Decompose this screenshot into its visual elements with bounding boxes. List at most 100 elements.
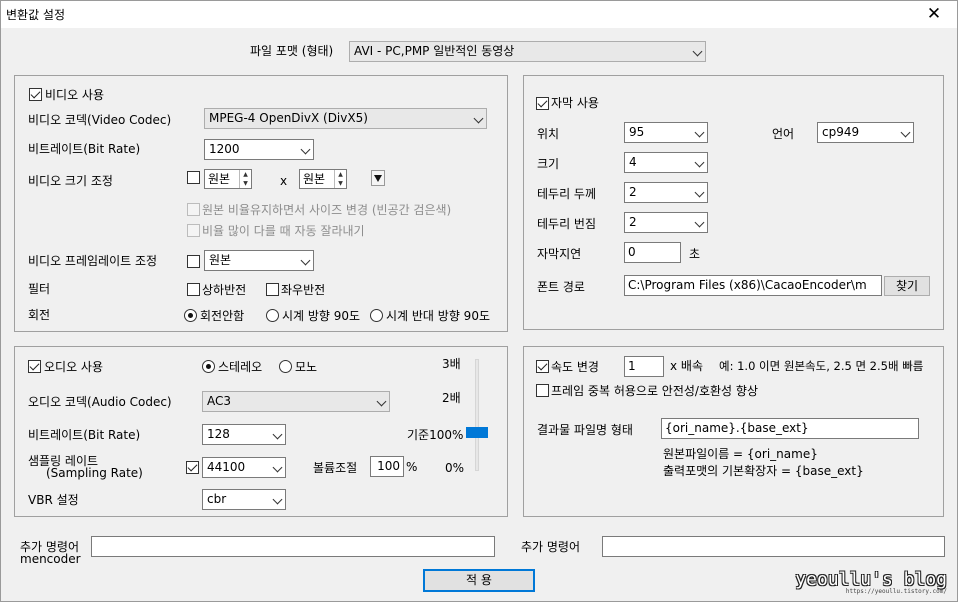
chevron-down-icon [692,46,703,57]
video-height-value: 원본 [303,172,326,186]
border-width-select[interactable]: 2 [624,182,708,203]
extra-command-label: 추가 명령어 [521,540,581,554]
volume-slider-thumb[interactable] [466,426,488,438]
sampling-select[interactable]: 44100 [202,457,286,478]
audio-bitrate-select[interactable]: 128 [202,424,286,445]
chevron-down-icon [272,429,283,440]
mono-label: 모노 [295,360,318,374]
stepper-buttons[interactable]: ▲ ▼ [239,170,251,188]
video-width-value: 원본 [208,172,231,186]
subtitle-size-select[interactable]: 4 [624,152,708,173]
video-height-stepper[interactable]: 원본 ▲ ▼ [299,169,347,189]
video-bitrate-value: 1200 [209,142,240,156]
title-bar: 변환값 설정 ✕ [1,1,957,28]
audio-codec-select[interactable]: AC3 [202,391,390,412]
chevron-down-icon [900,127,911,138]
sampling-checkbox[interactable] [186,461,199,474]
subtitle-language-label: 언어 [772,127,795,141]
framerate-label: 비디오 프레임레이트 조정 [28,254,158,268]
extra-command-input[interactable] [602,536,945,557]
border-blur-value: 2 [629,215,637,229]
rotate-ccw-radio[interactable] [370,309,383,322]
vbr-value: cbr [207,492,227,506]
stepper-buttons[interactable]: ▲ ▼ [334,170,346,188]
rotate-none-label: 회전안함 [200,309,245,323]
audio-use-label: 오디오 사용 [44,360,104,374]
video-use-checkbox[interactable] [29,88,42,101]
chevron-down-icon [694,157,705,168]
speed-change-checkbox[interactable] [536,360,549,373]
rotate-none-radio[interactable] [184,309,197,322]
stepper-up-icon[interactable]: ▲ [240,170,251,179]
flip-horizontal-checkbox[interactable] [266,283,279,296]
stepper-up-icon[interactable]: ▲ [335,170,346,179]
framerate-checkbox[interactable] [187,255,200,268]
watermark-main: yeoullu's blog [795,569,947,590]
flip-horizontal-label: 좌우반전 [281,283,326,297]
mono-radio[interactable] [279,360,292,373]
browse-button[interactable]: 찾기 [884,276,930,296]
speed-change-label: 속도 변경 [551,360,599,374]
speed-example: 예: 1.0 이면 원본속도, 2.5 면 2.5배 빠름 [719,359,924,373]
video-resize-checkbox[interactable] [187,171,200,184]
font-path-label: 폰트 경로 [537,280,585,294]
format-label: 파일 포맷 (형태) [250,44,334,58]
dup-frame-checkbox[interactable] [536,384,549,397]
chevron-down-icon [694,217,705,228]
volume-label: 볼륨조절 [313,461,358,475]
close-icon[interactable]: ✕ [911,1,957,28]
vbr-label: VBR 설정 [28,493,79,507]
subtitle-delay-input[interactable]: 0 [624,242,681,263]
subtitle-use-checkbox[interactable] [536,97,549,110]
sampling-value: 44100 [207,460,246,474]
subtitle-position-select[interactable]: 95 [624,122,708,143]
subtitle-language-value: cp949 [822,125,860,139]
volume-level-base: 기준100% [407,428,464,442]
video-width-stepper[interactable]: 원본 ▲ ▼ [204,169,252,189]
result-name-input[interactable]: {ori_name}.{base_ext} [661,418,919,439]
settings-dialog: 변환값 설정 ✕ 파일 포맷 (형태) AVI - PC,PMP 일반적인 동영… [0,0,958,602]
speed-unit: x 배속 [670,359,703,373]
framerate-select[interactable]: 원본 [204,250,314,271]
subtitle-delay-unit: 초 [689,247,701,261]
auto-crop-label: 비율 많이 다를 때 자동 잘라내기 [202,224,365,238]
volume-unit: % [406,460,418,474]
font-path-input[interactable]: C:\Program Files (x86)\CacaoEncoder\m [624,275,882,296]
stepper-down-icon[interactable]: ▼ [335,179,346,188]
flip-vertical-checkbox[interactable] [187,283,200,296]
size-preset-dropdown-icon[interactable] [371,170,385,186]
audio-bitrate-label: 비트레이트(Bit Rate) [28,428,141,442]
subtitle-language-select[interactable]: cp949 [817,122,914,143]
stereo-radio[interactable] [202,360,215,373]
times-label: x [280,174,288,188]
result-help-1: 원본파일이름 = {ori_name} [663,447,818,461]
volume-slider-track[interactable] [475,359,479,471]
speed-input[interactable]: 1 [624,356,664,377]
rotate-ccw-label: 시계 반대 방향 90도 [386,309,490,323]
border-blur-select[interactable]: 2 [624,212,708,233]
video-bitrate-select[interactable]: 1200 [204,139,314,160]
apply-button[interactable]: 적 용 [423,569,535,592]
subtitle-use-label: 자막 사용 [551,96,599,110]
dup-frame-label: 프레임 중복 허용으로 안전성/호환성 향상 [551,384,758,398]
audio-use-checkbox[interactable] [28,360,41,373]
framerate-value: 원본 [209,253,232,267]
rotate-cw-radio[interactable] [266,309,279,322]
volume-input[interactable]: 100 [370,456,404,477]
window-title: 변환값 설정 [6,8,66,22]
format-select[interactable]: AVI - PC,PMP 일반적인 동영상 [349,41,706,62]
auto-crop-checkbox[interactable] [187,224,200,237]
filter-label: 필터 [28,282,51,296]
result-help-2: 출력포맷의 기본확장자 = {base_ext} [663,464,864,478]
keep-ratio-checkbox[interactable] [187,203,200,216]
chevron-down-icon [376,396,387,407]
vbr-select[interactable]: cbr [202,489,286,510]
subtitle-position-label: 위치 [537,127,560,141]
mencoder-command-input[interactable] [91,536,495,557]
audio-bitrate-value: 128 [207,427,230,441]
audio-codec-value: AC3 [207,394,232,408]
stereo-label: 스테레오 [218,360,263,374]
stepper-down-icon[interactable]: ▼ [240,179,251,188]
chevron-down-icon [473,113,484,124]
video-codec-select[interactable]: MPEG-4 OpenDivX (DivX5) [204,108,487,129]
